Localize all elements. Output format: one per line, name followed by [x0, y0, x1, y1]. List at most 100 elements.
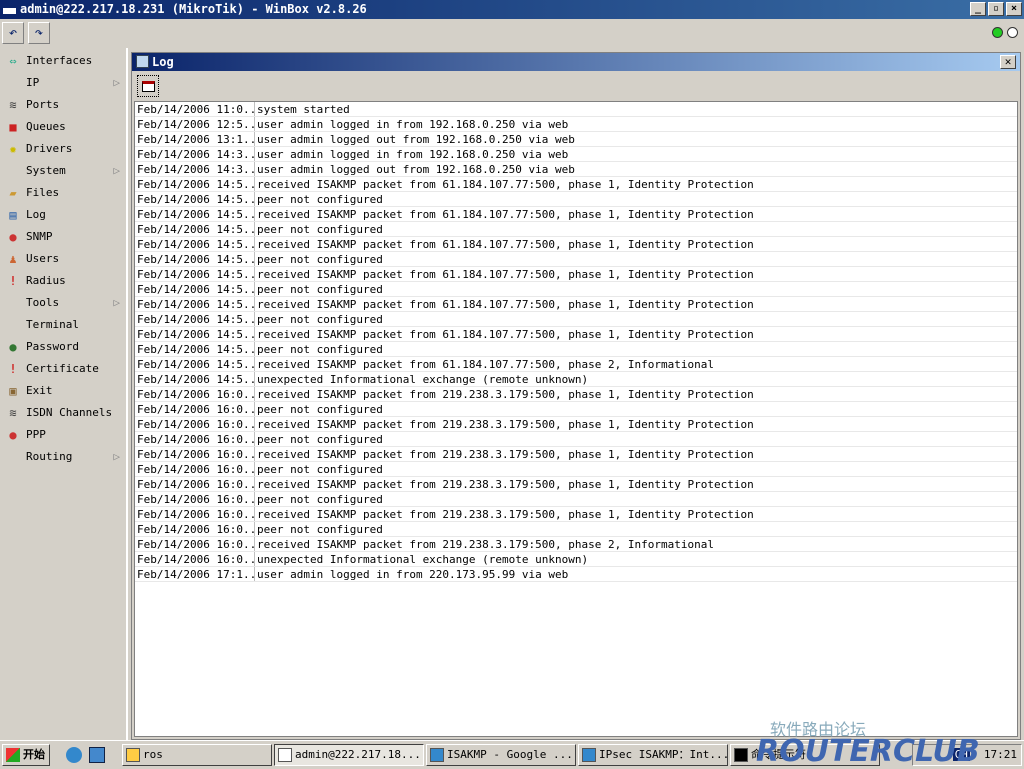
window-title: admin@222.217.18.231 (MikroTik) - WinBox…: [20, 2, 367, 16]
sidebar-item-routing[interactable]: Routing ▷: [4, 447, 124, 467]
sidebar-item-tools[interactable]: Tools ▷: [4, 293, 124, 313]
log-message: received ISAKMP packet from 61.184.107.7…: [257, 298, 754, 311]
sidebar-item-password[interactable]: ● Password: [4, 337, 124, 357]
radius-icon: !: [9, 274, 17, 288]
log-row[interactable]: Feb/14/2006 16:0... received ISAKMP packe…: [135, 507, 1017, 522]
log-message: received ISAKMP packet from 61.184.107.7…: [257, 238, 754, 251]
log-row[interactable]: Feb/14/2006 14:5... peer not configured: [135, 222, 1017, 237]
maximize-button[interactable]: ▫: [988, 2, 1004, 16]
ie-quicklaunch-icon[interactable]: [66, 747, 82, 763]
disconnected-status-icon: [1007, 27, 1018, 38]
task-label: ros: [143, 748, 163, 761]
sidebar-item-label: Terminal: [26, 318, 79, 331]
sidebar-item-certificate[interactable]: ! Certificate: [4, 359, 124, 379]
sidebar-item-radius[interactable]: ! Radius: [4, 271, 124, 291]
redo-button[interactable]: ↷: [28, 22, 50, 44]
sidebar-item-log[interactable]: ▤ Log: [4, 205, 124, 225]
close-log-button[interactable]: ✕: [1000, 55, 1016, 69]
log-time: Feb/14/2006 14:5...: [137, 312, 255, 326]
taskbar-task[interactable]: admin@222.217.18....: [274, 744, 424, 766]
log-icon: ▤: [9, 208, 17, 222]
log-time: Feb/14/2006 16:0...: [137, 447, 255, 461]
log-message: received ISAKMP packet from 219.238.3.17…: [257, 388, 754, 401]
submenu-arrow-icon: ▷: [113, 76, 120, 89]
log-row[interactable]: Feb/14/2006 16:0... peer not configured: [135, 492, 1017, 507]
log-message: peer not configured: [257, 223, 383, 236]
taskbar-task[interactable]: 命令提示符: [730, 744, 880, 766]
sidebar-item-label: Password: [26, 340, 79, 353]
log-row[interactable]: Feb/14/2006 14:5... received ISAKMP packe…: [135, 177, 1017, 192]
log-row[interactable]: Feb/14/2006 16:0... received ISAKMP packe…: [135, 387, 1017, 402]
sidebar-item-label: Files: [26, 186, 60, 199]
log-row[interactable]: Feb/14/2006 16:0... received ISAKMP packe…: [135, 477, 1017, 492]
log-row[interactable]: Feb/14/2006 14:5... peer not configured: [135, 282, 1017, 297]
sidebar-item-ppp[interactable]: ● PPP: [4, 425, 124, 445]
sidebar-item-ip[interactable]: IP ▷: [4, 73, 124, 93]
log-row[interactable]: Feb/14/2006 13:1... user admin logged out…: [135, 132, 1017, 147]
log-row[interactable]: Feb/14/2006 14:5... peer not configured: [135, 252, 1017, 267]
log-row[interactable]: Feb/14/2006 14:5... unexpected Informatio…: [135, 372, 1017, 387]
taskbar-task[interactable]: ISAKMP - Google ...: [426, 744, 576, 766]
sidebar-item-label: Log: [26, 208, 46, 221]
sidebar-item-snmp[interactable]: ● SNMP: [4, 227, 124, 247]
sidebar-item-users[interactable]: ♟ Users: [4, 249, 124, 269]
log-row[interactable]: Feb/14/2006 16:0... unexpected Informatio…: [135, 552, 1017, 567]
log-row[interactable]: Feb/14/2006 16:0... received ISAKMP packe…: [135, 537, 1017, 552]
log-row[interactable]: Feb/14/2006 14:5... peer not configured: [135, 312, 1017, 327]
close-window-button[interactable]: ×: [1006, 2, 1022, 16]
log-row[interactable]: Feb/14/2006 12:5... user admin logged in …: [135, 117, 1017, 132]
taskbar-task[interactable]: ros: [122, 744, 272, 766]
sidebar-item-exit[interactable]: ▣ Exit: [4, 381, 124, 401]
log-row[interactable]: Feb/14/2006 16:0... peer not configured: [135, 402, 1017, 417]
sidebar-item-files[interactable]: ▰ Files: [4, 183, 124, 203]
desktop-quicklaunch-icon[interactable]: [89, 747, 105, 763]
log-message: peer not configured: [257, 523, 383, 536]
log-row[interactable]: Feb/14/2006 14:5... received ISAKMP packe…: [135, 207, 1017, 222]
log-time: Feb/14/2006 16:0...: [137, 477, 255, 491]
task-icon: [734, 748, 748, 762]
log-message: peer not configured: [257, 493, 383, 506]
sidebar-item-terminal[interactable]: Terminal: [4, 315, 124, 335]
log-row[interactable]: Feb/14/2006 11:0... system started: [135, 102, 1017, 117]
log-time: Feb/14/2006 14:5...: [137, 282, 255, 296]
sidebar-item-queues[interactable]: ■ Queues: [4, 117, 124, 137]
task-label: 命令提示符: [751, 748, 806, 761]
log-row[interactable]: Feb/14/2006 14:5... received ISAKMP packe…: [135, 237, 1017, 252]
log-row[interactable]: Feb/14/2006 16:0... received ISAKMP packe…: [135, 447, 1017, 462]
sidebar-item-isdn-channels[interactable]: ≋ ISDN Channels: [4, 403, 124, 423]
sidebar-item-system[interactable]: System ▷: [4, 161, 124, 181]
log-row[interactable]: Feb/14/2006 17:1... user admin logged in …: [135, 567, 1017, 582]
sidebar-item-label: Radius: [26, 274, 66, 287]
log-row[interactable]: Feb/14/2006 16:0... received ISAKMP packe…: [135, 417, 1017, 432]
log-row[interactable]: Feb/14/2006 14:5... received ISAKMP packe…: [135, 297, 1017, 312]
log-row[interactable]: Feb/14/2006 14:5... peer not configured: [135, 192, 1017, 207]
log-time: Feb/14/2006 14:5...: [137, 342, 255, 356]
sidebar-item-ports[interactable]: ≋ Ports: [4, 95, 124, 115]
log-row[interactable]: Feb/14/2006 14:3... user admin logged out…: [135, 162, 1017, 177]
undo-icon: ↶: [8, 25, 18, 41]
drivers-icon: ✹: [9, 142, 17, 156]
start-button[interactable]: 开始: [2, 744, 50, 766]
log-message: unexpected Informational exchange (remot…: [257, 553, 589, 566]
log-row[interactable]: Feb/14/2006 14:5... received ISAKMP packe…: [135, 357, 1017, 372]
log-row[interactable]: Feb/14/2006 14:5... received ISAKMP packe…: [135, 327, 1017, 342]
taskbar-task[interactable]: IPsec ISAKMP：Int...: [578, 744, 728, 766]
main-toolbar: ↶ ↷: [0, 19, 1024, 47]
language-indicator[interactable]: CH: [952, 748, 970, 761]
log-row[interactable]: Feb/14/2006 14:3... user admin logged in …: [135, 147, 1017, 162]
log-time: Feb/14/2006 13:1...: [137, 132, 255, 146]
log-row[interactable]: Feb/14/2006 16:0... peer not configured: [135, 522, 1017, 537]
undo-button[interactable]: ↶: [2, 22, 24, 44]
log-row[interactable]: Feb/14/2006 16:0... peer not configured: [135, 432, 1017, 447]
log-message: peer not configured: [257, 193, 383, 206]
window-title-bar: admin@222.217.18.231 (MikroTik) - WinBox…: [0, 0, 1024, 19]
log-list[interactable]: Feb/14/2006 11:0... system started Feb/14/…: [134, 101, 1018, 737]
log-row[interactable]: Feb/14/2006 16:0... peer not configured: [135, 462, 1017, 477]
sidebar-item-interfaces[interactable]: ⇔ Interfaces: [4, 51, 124, 71]
minimize-button[interactable]: _: [970, 2, 986, 16]
submenu-arrow-icon: ▷: [113, 164, 120, 177]
log-row[interactable]: Feb/14/2006 14:5... peer not configured: [135, 342, 1017, 357]
log-row[interactable]: Feb/14/2006 14:5... received ISAKMP packe…: [135, 267, 1017, 282]
sidebar-item-drivers[interactable]: ✹ Drivers: [4, 139, 124, 159]
log-window-button[interactable]: [137, 75, 159, 97]
